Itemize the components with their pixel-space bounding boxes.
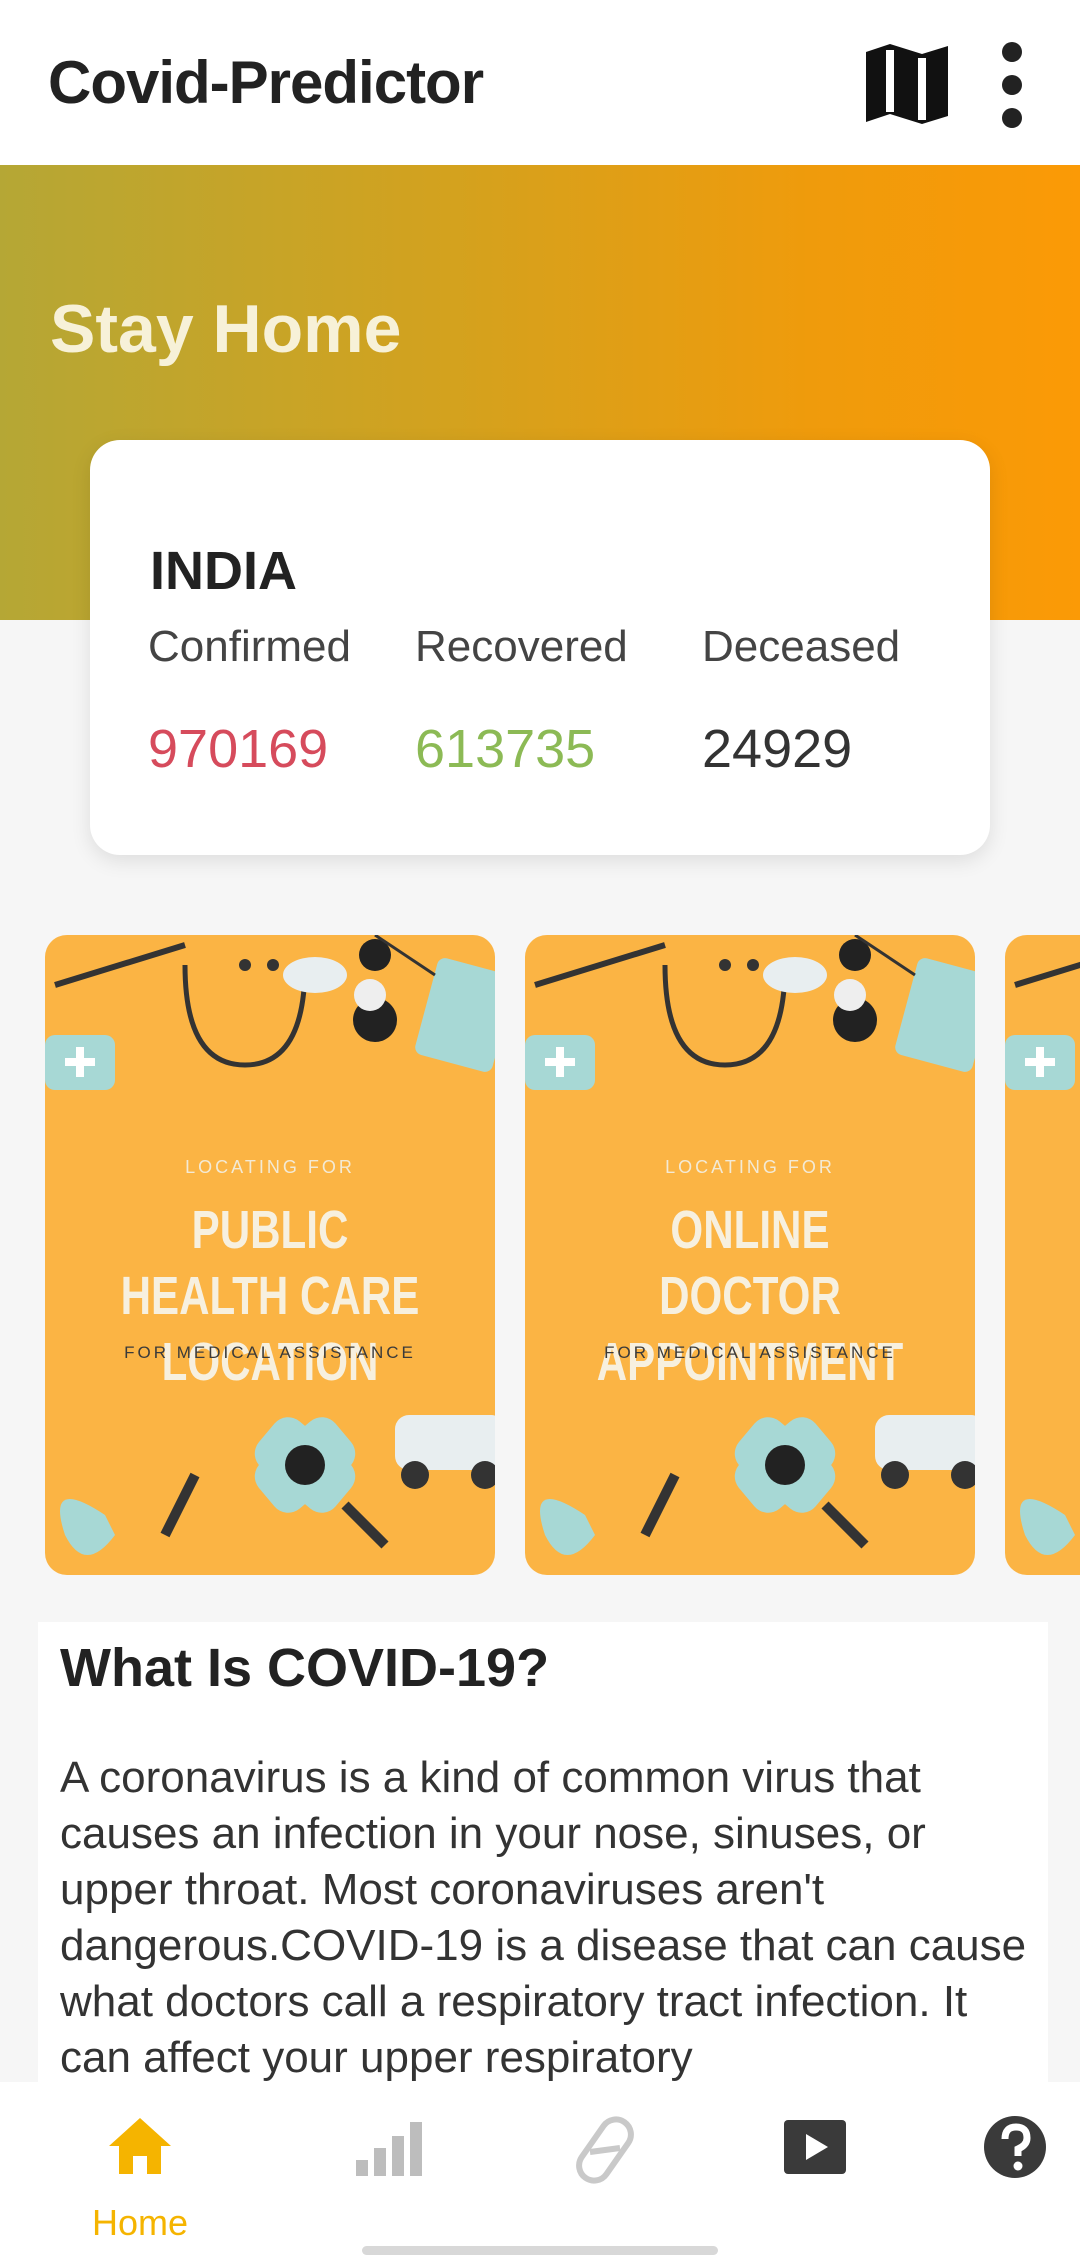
video-icon <box>784 2120 846 2174</box>
recovered-value: 613735 <box>415 719 596 779</box>
info-title: What Is COVID-19? <box>60 1638 550 1698</box>
stats-icon <box>356 2122 422 2176</box>
country-name: INDIA <box>150 541 297 601</box>
card-subtitle: FOR MEDICAL ASSISTANCE <box>604 1343 896 1362</box>
carousel-card-doctor-appointment[interactable]: LOCATING FOR ONLINE DOCTOR APPOINTMENT F… <box>525 935 975 1575</box>
pill-icon <box>576 2116 634 2184</box>
home-icon <box>109 2118 171 2174</box>
map-icon[interactable] <box>862 42 952 126</box>
info-body: A coronavirus is a kind of common virus … <box>60 1753 1027 2082</box>
deceased-label: Deceased <box>702 622 901 671</box>
service-carousel[interactable]: LOCATING FOR PUBLIC HEALTH CARE LOCATION… <box>0 935 1080 1575</box>
nav-help[interactable] <box>940 2102 1080 2232</box>
carousel-card-health-location[interactable]: LOCATING FOR PUBLIC HEALTH CARE LOCATION… <box>45 935 495 1575</box>
deceased-value: 24929 <box>702 719 853 779</box>
nav-stats[interactable] <box>312 2102 462 2232</box>
card-kicker: LOCATING FOR <box>185 1157 355 1177</box>
more-vert-icon[interactable] <box>990 40 1034 130</box>
card-kicker: LOCATING FOR <box>665 1157 835 1177</box>
card-title: ONLINE DOCTOR APPOINTMENT <box>596 1200 904 1392</box>
bottom-navigation: Home <box>0 2082 1080 2255</box>
nav-home-label: Home <box>91 2202 189 2243</box>
confirmed-value: 970169 <box>148 719 329 779</box>
carousel-card-partial[interactable] <box>1005 935 1080 1575</box>
app-title: Covid-Predictor <box>48 49 484 116</box>
gesture-bar[interactable] <box>362 2246 718 2255</box>
app-bar: Covid-Predictor <box>0 0 1080 165</box>
nav-videos[interactable] <box>740 2102 890 2232</box>
card-title: PUBLIC HEALTH CARE LOCATION <box>120 1200 420 1392</box>
covid-info-section: What Is COVID-19? A coronavirus is a kin… <box>38 1622 1048 2082</box>
medical-illustration <box>1005 961 1080 1555</box>
nav-home[interactable]: Home <box>65 2102 215 2243</box>
help-icon <box>984 2116 1046 2178</box>
hero-title: Stay Home <box>50 291 402 367</box>
card-subtitle: FOR MEDICAL ASSISTANCE <box>124 1343 416 1362</box>
recovered-label: Recovered <box>415 622 628 671</box>
nav-medicine[interactable] <box>530 2102 680 2232</box>
country-stats-card: INDIA Confirmed Recovered Deceased 97016… <box>90 440 990 855</box>
confirmed-label: Confirmed <box>148 622 351 671</box>
